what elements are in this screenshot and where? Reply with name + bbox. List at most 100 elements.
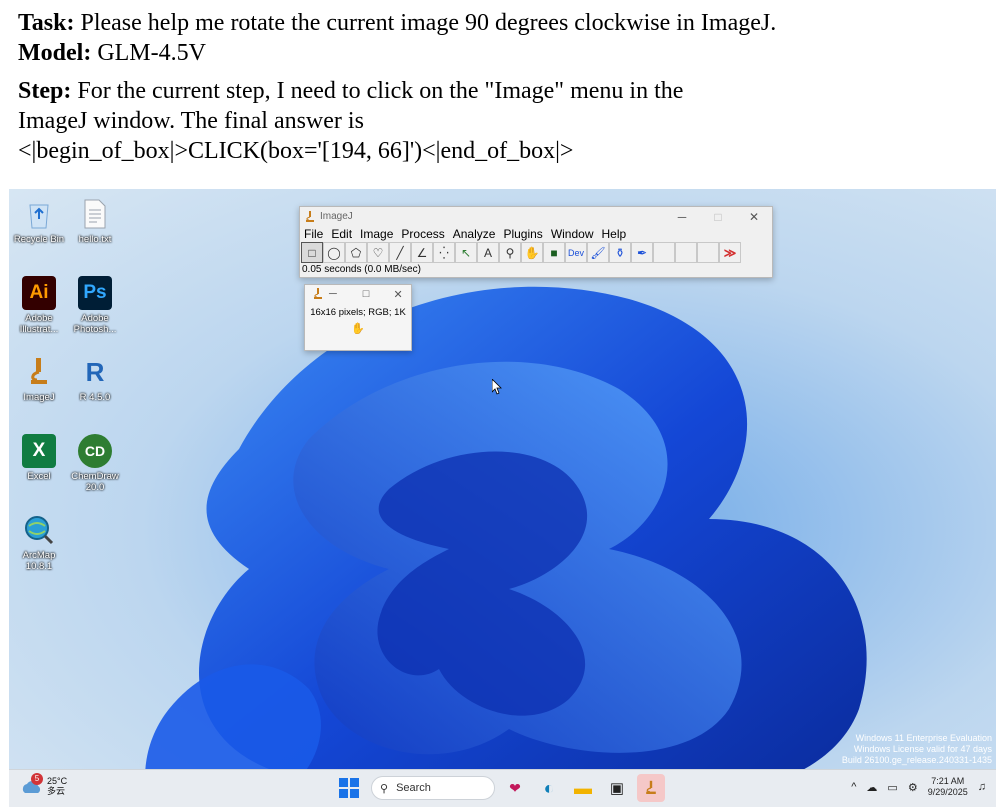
terminal-icon[interactable]: ▣ xyxy=(603,774,631,802)
taskbar-apps: ⚲ Search ❤ ◐ ▬ ▣ xyxy=(339,774,665,802)
r-language-icon: R xyxy=(85,356,105,387)
edge-icon[interactable]: ◐ xyxy=(535,774,563,802)
desktop-icon-imagej[interactable]: ImageJ xyxy=(9,355,69,403)
imagej-main-window[interactable]: ImageJ ─ □ ✕ File Edit Image Process Ana… xyxy=(299,206,773,278)
watermark-line: Windows 11 Enterprise Evaluation xyxy=(855,733,992,743)
menu-analyze[interactable]: Analyze xyxy=(453,227,496,241)
rectangle-tool[interactable]: □ xyxy=(301,242,323,263)
minimize-icon[interactable]: ─ xyxy=(664,210,700,224)
desktop-icon-adobe-illustrator[interactable]: Ai Adobe Illustrat... xyxy=(9,276,69,335)
empty-tool-slot-1[interactable] xyxy=(653,242,675,263)
desktop-icon-label: Excel xyxy=(27,471,51,482)
microscope-icon xyxy=(22,355,56,389)
desktop-icon-hello-txt[interactable]: hello.txt xyxy=(65,197,125,245)
illustrator-icon: Ai xyxy=(22,276,56,310)
search-box[interactable]: ⚲ Search xyxy=(371,776,495,800)
desktop-icon-label: Recycle Bin xyxy=(13,234,65,245)
desktop-icon-r[interactable]: R R 4.5.0 xyxy=(65,355,125,404)
clock-time: 7:21 AM xyxy=(931,776,965,786)
notification-bell-icon[interactable]: ♫ xyxy=(978,781,986,793)
desktop-icon-label: ArcMap 10.8.1 xyxy=(22,550,56,572)
maximize-icon[interactable]: □ xyxy=(700,210,736,224)
file-explorer-icon[interactable]: ▬ xyxy=(569,774,597,802)
color-picker-tool[interactable]: ■ xyxy=(543,242,565,263)
wand-tool[interactable]: ↖ xyxy=(455,242,477,263)
model-line: Model: GLM-4.5V xyxy=(18,38,978,68)
brush-tool[interactable]: 🖌 xyxy=(587,242,609,263)
desktop-icon-recycle-bin[interactable]: Recycle Bin xyxy=(9,197,69,245)
start-button[interactable] xyxy=(339,778,359,798)
imagej-menu-bar: File Edit Image Process Analyze Plugins … xyxy=(300,226,772,242)
dev-menu-tool[interactable]: Dev xyxy=(565,242,587,263)
desktop-icon-label: Adobe Photosh... xyxy=(73,313,117,335)
widgets-icon[interactable]: ❤ xyxy=(501,774,529,802)
cloud-sync-icon[interactable]: ☁ xyxy=(866,781,877,794)
model-text: GLM-4.5V xyxy=(91,40,206,66)
menu-help[interactable]: Help xyxy=(602,227,627,241)
instruction-caption: Task: Please help me rotate the current … xyxy=(18,8,978,166)
mouse-cursor-icon xyxy=(492,379,502,395)
desktop-icon-chemdraw[interactable]: CD ChemDraw 20.0 xyxy=(65,434,125,493)
text-file-icon xyxy=(78,197,112,231)
watermark-line: Build 26100.ge_release.240331-1435 xyxy=(841,755,992,765)
image-window-title-bar[interactable]: ─ □ ✕ xyxy=(305,285,411,303)
magnifier-tool[interactable]: ⚲ xyxy=(499,242,521,263)
network-icon[interactable]: ⚙ xyxy=(908,781,918,794)
task-line: Task: Please help me rotate the current … xyxy=(18,8,978,38)
desktop-icon-label: ChemDraw 20.0 xyxy=(71,471,119,493)
oval-tool[interactable]: ◯ xyxy=(323,242,345,263)
close-icon[interactable]: ✕ xyxy=(393,288,402,301)
notification-badge: 5 xyxy=(31,773,43,785)
desktop-icon-label: Adobe Illustrat... xyxy=(19,313,59,335)
flood-fill-tool[interactable]: ⚱ xyxy=(609,242,631,263)
step-line-2: ImageJ window. The final answer is xyxy=(18,108,364,134)
menu-process[interactable]: Process xyxy=(401,227,444,241)
taskbar-imagej[interactable] xyxy=(637,774,665,802)
desktop-icon-label: R 4.5.0 xyxy=(79,392,111,403)
clock[interactable]: 7:21 AM 9/29/2025 xyxy=(928,776,968,798)
step-line-3: <|begin_of_box|>CLICK(box='[194, 66]')<|… xyxy=(18,138,574,164)
freehand-tool[interactable]: ♡ xyxy=(367,242,389,263)
task-label: Task: xyxy=(18,10,75,36)
hand-tool[interactable]: ✋ xyxy=(521,242,543,263)
point-tool[interactable]: ⁛ xyxy=(433,242,455,263)
angle-tool[interactable]: ∠ xyxy=(411,242,433,263)
display-icon[interactable]: ▭ xyxy=(887,781,897,794)
desktop-icon-excel[interactable]: X Excel xyxy=(9,434,69,482)
windows-watermark: Windows 11 Enterprise Evaluation Windows… xyxy=(842,733,992,766)
imagej-image-window[interactable]: ─ □ ✕ 16x16 pixels; RGB; 1K ✋ xyxy=(304,284,412,351)
search-icon: ⚲ xyxy=(380,782,389,795)
cloud-icon: 5 xyxy=(21,773,43,797)
imagej-title-bar[interactable]: ImageJ ─ □ ✕ xyxy=(300,207,772,226)
menu-plugins[interactable]: Plugins xyxy=(503,227,542,241)
maximize-icon[interactable]: □ xyxy=(363,288,370,300)
line-tool[interactable]: ╱ xyxy=(389,242,411,263)
menu-window[interactable]: Window xyxy=(551,227,594,241)
menu-edit[interactable]: Edit xyxy=(331,227,352,241)
chemdraw-icon: CD xyxy=(78,434,112,468)
minimize-icon[interactable]: ─ xyxy=(329,288,337,300)
empty-tool-slot-2[interactable] xyxy=(675,242,697,263)
image-canvas[interactable]: ✋ xyxy=(305,322,411,335)
chevron-up-icon[interactable]: ^ xyxy=(851,781,856,793)
clock-date: 9/29/2025 xyxy=(927,787,968,797)
more-tools-icon[interactable]: ≫ xyxy=(719,242,741,263)
desktop-icon-label: ImageJ xyxy=(23,392,55,403)
desktop[interactable]: Recycle Bin hello.txt Ai Adobe Illustrat… xyxy=(9,189,996,807)
close-icon[interactable]: ✕ xyxy=(736,210,772,224)
weather-temp: 25°C xyxy=(47,776,68,786)
weather-widget[interactable]: 5 25°C 多云 xyxy=(21,773,68,797)
text-tool[interactable]: A xyxy=(477,242,499,263)
menu-file[interactable]: File xyxy=(304,227,323,241)
pencil-tool[interactable]: ✒ xyxy=(631,242,653,263)
desktop-icon-arcmap[interactable]: ArcMap 10.8.1 xyxy=(9,513,69,572)
polygon-tool[interactable]: ⬠ xyxy=(345,242,367,263)
imagej-toolbar: □ ◯ ⬠ ♡ ╱ ∠ ⁛ ↖ A ⚲ ✋ ■ Dev 🖌 ⚱ ✒ ≫ xyxy=(300,242,772,264)
desktop-icon-adobe-photoshop[interactable]: Ps Adobe Photosh... xyxy=(65,276,125,335)
recycle-bin-icon xyxy=(22,197,56,231)
weather-desc: 多云 xyxy=(47,786,66,796)
globe-icon xyxy=(22,513,56,547)
empty-tool-slot-3[interactable] xyxy=(697,242,719,263)
menu-image[interactable]: Image xyxy=(360,227,393,241)
wallpaper-bloom xyxy=(145,286,867,807)
